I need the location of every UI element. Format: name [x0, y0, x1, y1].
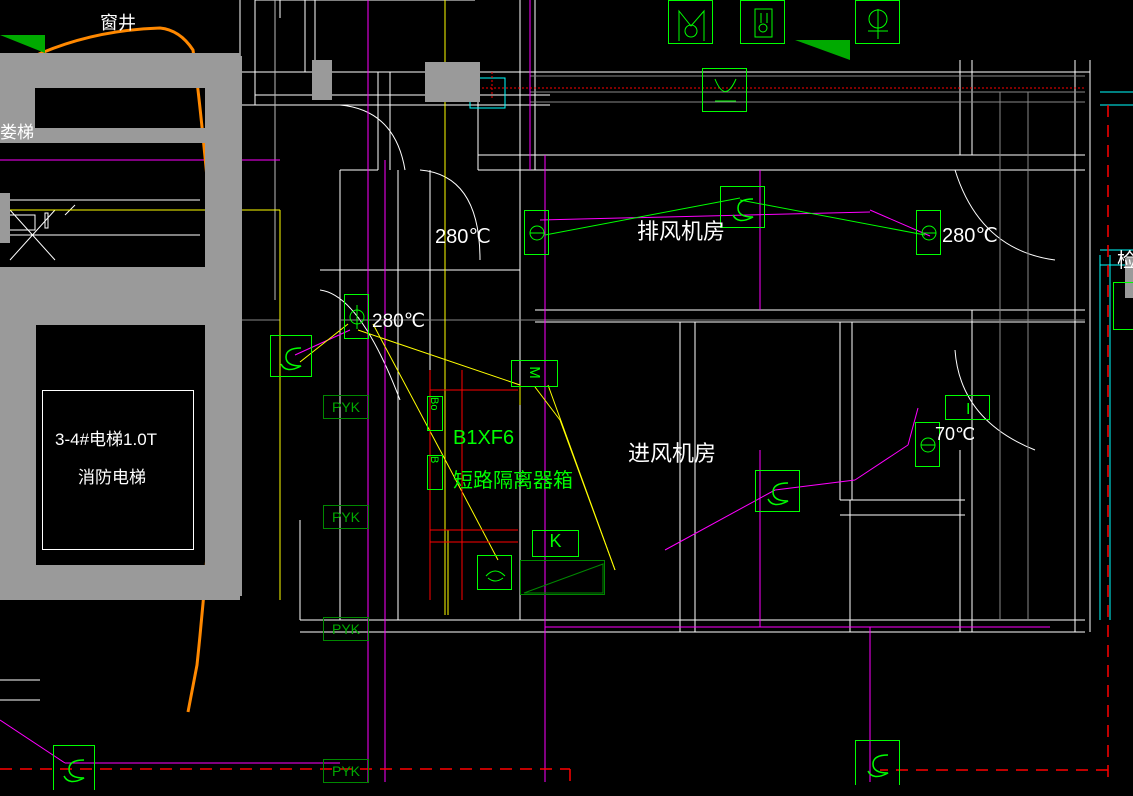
darkgreen-tri-2	[795, 40, 855, 67]
s-sensor-3	[755, 470, 800, 512]
sensor-box-top3	[855, 0, 900, 44]
label-t280-2: 280℃	[942, 223, 998, 248]
wall-bottom-left	[0, 565, 240, 600]
sensor-box-top1	[668, 0, 713, 44]
label-isolator-box: 短路隔离器箱	[453, 464, 573, 493]
sensor-box-top2	[740, 0, 785, 44]
darkgreen-tri-1	[0, 35, 50, 60]
label-exhaust-room: 排风机房	[637, 214, 725, 246]
sensor-i-box: I	[945, 395, 990, 420]
phone-block	[477, 555, 512, 590]
wall-block3	[312, 60, 332, 100]
svg-text:I: I	[966, 401, 970, 418]
wall-left-horiz	[0, 318, 36, 598]
label-elevator-title: 3-4#电梯1.0T	[55, 425, 157, 450]
label-t70: 70℃	[935, 424, 975, 445]
sensor-theta-1	[524, 210, 549, 255]
s-sensor-1	[270, 335, 312, 377]
wall-inner3	[0, 267, 207, 325]
m-block: M	[511, 360, 558, 387]
k-block: K	[532, 530, 579, 557]
label-loutj: 娄梯	[0, 118, 34, 143]
pyk-1: PYK	[323, 395, 369, 419]
wall-left-vert2	[205, 56, 242, 596]
label-xf6: B1XF6	[453, 427, 514, 450]
wall-block1	[425, 62, 480, 102]
sensor-box-mid	[702, 68, 747, 112]
label-fire-elevator: 消防电梯	[78, 463, 146, 488]
bo-block: Bo	[427, 396, 443, 431]
pyk-2: PYK	[323, 505, 369, 529]
label-t280-3: 280℃	[372, 310, 425, 333]
right-partial-box	[1113, 282, 1133, 330]
sensor-phi	[344, 294, 369, 339]
wall-inner2	[0, 193, 10, 243]
s-sensor-4	[53, 745, 95, 790]
label-jian: 检	[1117, 244, 1133, 273]
b-block: B	[427, 455, 443, 490]
triangle-block	[520, 560, 605, 595]
pyk-3: PYK	[323, 617, 369, 641]
label-t280-1: 280℃	[435, 224, 491, 249]
sensor-theta-2	[916, 210, 941, 255]
s-sensor-2	[720, 186, 765, 228]
s-sensor-5	[855, 740, 900, 785]
label-chuangj: 窗井	[100, 9, 136, 35]
pyk-4: PYK	[323, 759, 369, 783]
label-intake-room: 进风机房	[628, 436, 716, 468]
